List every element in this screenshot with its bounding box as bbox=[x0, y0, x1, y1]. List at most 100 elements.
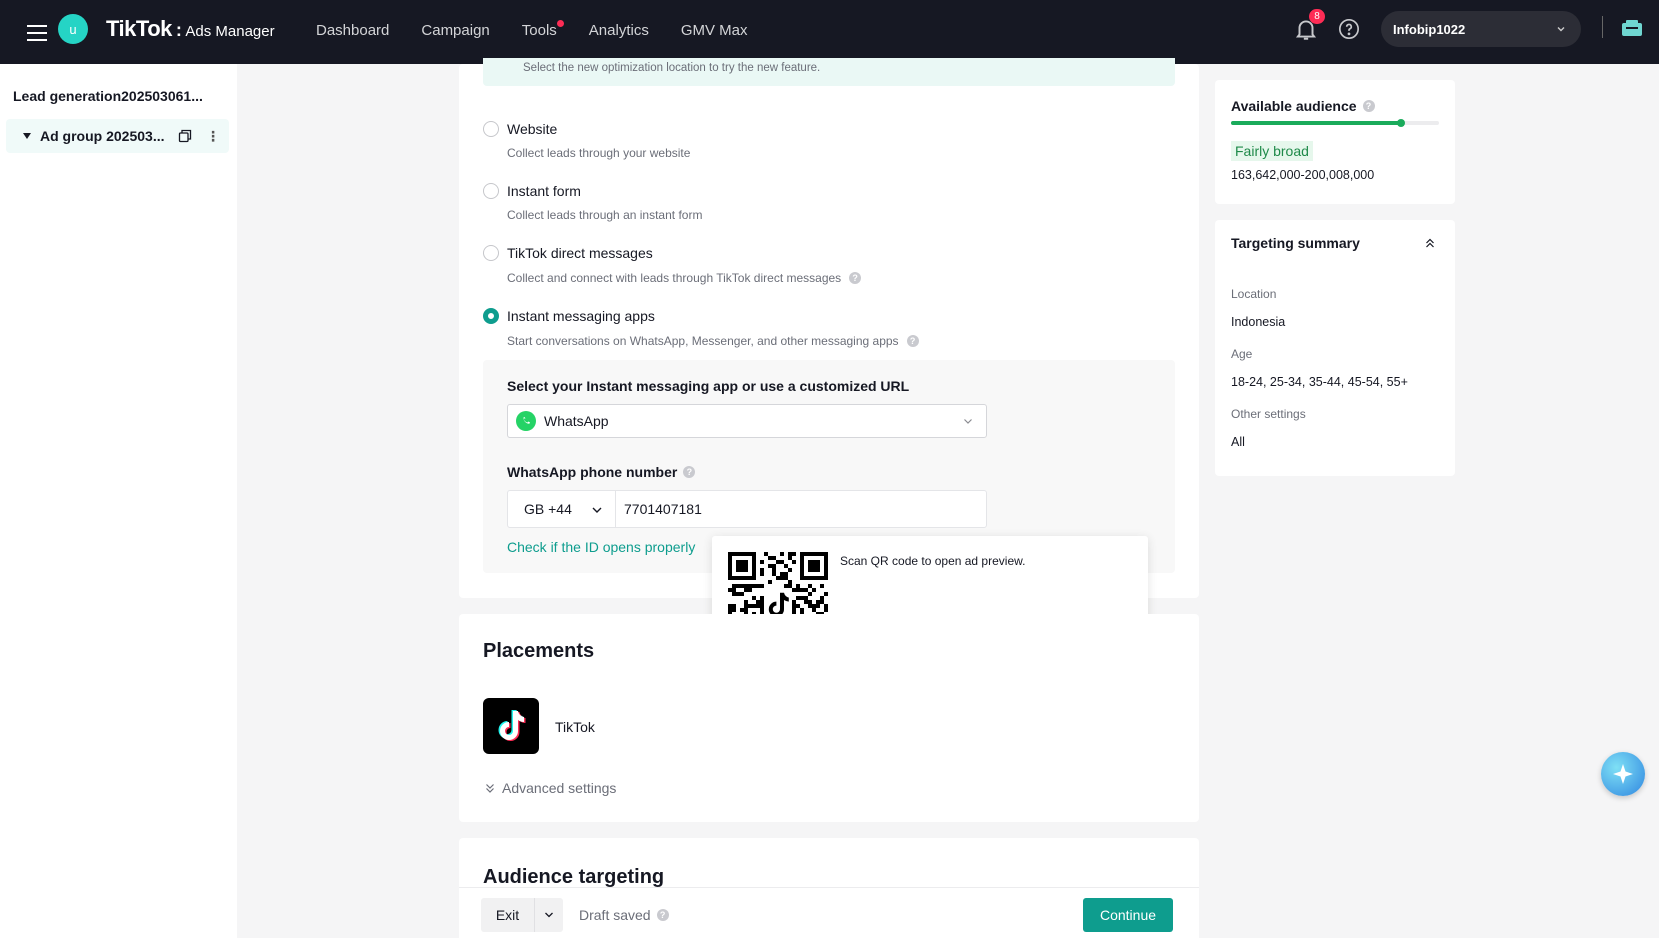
continue-button[interactable]: Continue bbox=[1083, 898, 1173, 932]
option-tiktok-direct-messages[interactable]: TikTok direct messages bbox=[483, 245, 653, 261]
avatar-letter: u bbox=[69, 21, 77, 37]
footer-bar: Exit Draft saved? Continue bbox=[459, 887, 1199, 938]
question-icon[interactable]: ? bbox=[906, 335, 919, 347]
im-app-select[interactable]: WhatsApp bbox=[507, 404, 987, 438]
double-chevron-down-icon bbox=[486, 784, 494, 793]
chevron-down-icon bbox=[545, 912, 553, 918]
nav-tools-label: Tools bbox=[521, 21, 557, 39]
chevron-down-icon bbox=[592, 507, 602, 513]
campaign-name[interactable]: Lead generation202503061... bbox=[13, 88, 203, 104]
caret-down-icon[interactable] bbox=[22, 132, 32, 140]
main-nav: Dashboard Campaign Tools Analytics GMV M… bbox=[316, 0, 780, 60]
tiktok-logo-icon bbox=[498, 710, 526, 741]
targeting-summary-title: Targeting summary bbox=[1231, 235, 1360, 251]
question-icon[interactable]: ? bbox=[683, 466, 696, 478]
campaign-tree-panel: Lead generation202503061... Ad group 202… bbox=[0, 64, 237, 938]
draft-status: Draft saved? bbox=[579, 907, 669, 923]
question-icon[interactable]: ? bbox=[1362, 100, 1375, 112]
sparkle-icon bbox=[1613, 764, 1633, 784]
ai-assistant-button[interactable] bbox=[1601, 752, 1645, 796]
option-instant-messaging-apps[interactable]: Instant messaging apps bbox=[483, 308, 655, 324]
option-label: Instant messaging apps bbox=[507, 308, 655, 324]
more-options-icon[interactable]: ⋮ bbox=[206, 128, 220, 145]
user-avatar[interactable]: u bbox=[58, 14, 88, 44]
other-settings-label: Other settings bbox=[1231, 407, 1306, 421]
radio-website[interactable] bbox=[483, 121, 499, 137]
option-website[interactable]: Website bbox=[483, 121, 557, 137]
question-icon[interactable]: ? bbox=[849, 272, 862, 284]
menu-icon bbox=[27, 25, 47, 41]
account-switcher[interactable]: Infobip1022 bbox=[1381, 11, 1581, 47]
question-icon[interactable]: ? bbox=[656, 909, 669, 921]
radio-instant-form[interactable] bbox=[483, 183, 499, 199]
im-app-value: WhatsApp bbox=[544, 413, 609, 429]
nav-gmv-max[interactable]: GMV Max bbox=[681, 22, 748, 39]
ad-group-item[interactable]: Ad group 202503... ⋮ bbox=[6, 119, 229, 153]
option-label: Instant form bbox=[507, 183, 581, 199]
top-bar: u TikTok: Ads Manager Dashboard Campaign… bbox=[0, 0, 1659, 64]
ticket-icon[interactable] bbox=[1620, 18, 1644, 40]
option-instant-form[interactable]: Instant form bbox=[483, 183, 581, 199]
age-label: Age bbox=[1231, 347, 1253, 361]
chevron-down-icon bbox=[964, 419, 972, 424]
age-value: 18-24, 25-34, 35-44, 45-54, 55+ bbox=[1231, 375, 1408, 389]
phone-number-input[interactable] bbox=[624, 491, 984, 527]
tiktok-placement-icon[interactable] bbox=[483, 698, 539, 754]
option-label: TikTok direct messages bbox=[507, 245, 653, 261]
draft-status-text: Draft saved bbox=[579, 907, 651, 923]
location-label: Location bbox=[1231, 287, 1277, 301]
ad-group-name: Ad group 202503... bbox=[40, 128, 165, 144]
advanced-settings-toggle[interactable]: Advanced settings bbox=[484, 780, 616, 796]
nav-dashboard[interactable]: Dashboard bbox=[316, 22, 389, 39]
nav-analytics[interactable]: Analytics bbox=[589, 22, 649, 39]
phone-label-text: WhatsApp phone number bbox=[507, 464, 678, 480]
notification-badge: 8 bbox=[1309, 9, 1325, 24]
exit-button-group: Exit bbox=[481, 898, 563, 932]
option-description: Collect leads through an instant form bbox=[507, 208, 702, 222]
audience-targeting-title: Audience targeting bbox=[483, 866, 665, 888]
location-value: Indonesia bbox=[1231, 315, 1286, 329]
check-id-link[interactable]: Check if the ID opens properly bbox=[507, 539, 695, 555]
divider bbox=[1602, 16, 1603, 38]
phone-number-field: GB +44 bbox=[507, 490, 987, 528]
audience-breadth-tag: Fairly broad bbox=[1231, 141, 1313, 161]
help-icon[interactable] bbox=[1338, 18, 1360, 40]
tiktok-ads-manager-logo[interactable]: TikTok: Ads Manager bbox=[106, 16, 275, 42]
nav-campaign[interactable]: Campaign bbox=[421, 22, 489, 39]
placement-tiktok-label: TikTok bbox=[555, 719, 595, 735]
option-description: Start conversations on WhatsApp, Messeng… bbox=[507, 334, 919, 348]
radio-tiktok-dm[interactable] bbox=[483, 245, 499, 261]
option-desc-text: Collect and connect with leads through T… bbox=[507, 271, 842, 285]
exit-button[interactable]: Exit bbox=[481, 898, 535, 932]
logo-main: TikTok bbox=[106, 16, 172, 41]
radio-instant-messaging[interactable] bbox=[483, 308, 499, 324]
account-name: Infobip1022 bbox=[1393, 21, 1466, 37]
audience-title-text: Available audience bbox=[1231, 98, 1357, 114]
option-desc-text: Start conversations on WhatsApp, Messeng… bbox=[507, 334, 899, 348]
option-label: Website bbox=[507, 121, 558, 137]
option-desc-text: Collect leads through an instant form bbox=[507, 208, 703, 222]
qr-instructions: Scan QR code to open ad preview. bbox=[840, 554, 1026, 568]
copy-icon[interactable] bbox=[178, 129, 192, 143]
placements-title: Placements bbox=[483, 640, 595, 662]
option-description: Collect leads through your website bbox=[507, 146, 690, 160]
audience-breadth-bar bbox=[1231, 119, 1439, 127]
whatsapp-icon bbox=[516, 411, 536, 431]
hamburger-menu-button[interactable] bbox=[20, 16, 54, 50]
option-desc-text: Collect leads through your website bbox=[507, 146, 691, 160]
phone-number-label: WhatsApp phone number? bbox=[507, 464, 696, 480]
advanced-settings-label: Advanced settings bbox=[502, 780, 617, 796]
chevron-down-icon bbox=[1557, 27, 1565, 32]
available-audience-title: Available audience? bbox=[1231, 98, 1375, 114]
exit-options-button[interactable] bbox=[535, 898, 563, 932]
collapse-icon[interactable] bbox=[1424, 237, 1436, 249]
country-code-select[interactable]: GB +44 bbox=[508, 491, 616, 527]
other-settings-value: All bbox=[1231, 435, 1245, 449]
new-dot-icon bbox=[556, 19, 564, 27]
logo-sub: Ads Manager bbox=[185, 23, 275, 40]
im-app-title: Select your Instant messaging app or use… bbox=[507, 378, 910, 394]
new-feature-banner: Select the new optimization location to … bbox=[483, 58, 1175, 86]
option-description: Collect and connect with leads through T… bbox=[507, 271, 862, 285]
nav-tools[interactable]: Tools bbox=[521, 19, 564, 39]
audience-breadth-fill bbox=[1231, 119, 1405, 127]
